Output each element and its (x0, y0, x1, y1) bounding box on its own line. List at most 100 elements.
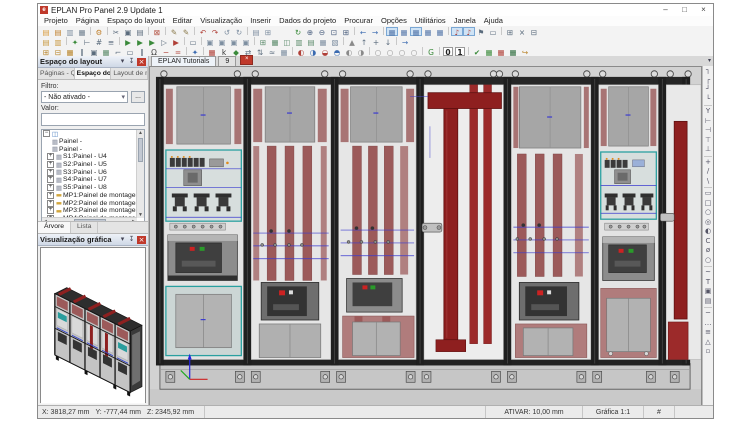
mounting-rail-icon[interactable]: ▥ (293, 37, 305, 46)
panel-close-icon[interactable]: × (137, 58, 146, 66)
ellipse-tool[interactable]: ○ (703, 256, 713, 266)
circle-tool[interactable]: ○ (703, 208, 713, 218)
menu-espa-o-do-layout[interactable]: Espaço do layout (103, 16, 169, 26)
busbar-bend-5-icon[interactable]: ◐ (343, 47, 355, 56)
open-project-icon[interactable]: ▤ (52, 27, 64, 36)
menu-visualiza-o[interactable]: Visualização (196, 16, 246, 26)
text-tool[interactable]: T (703, 278, 713, 288)
clipboard-1-icon[interactable]: ▣ (204, 37, 216, 46)
menu-ajuda[interactable]: Ajuda (480, 16, 507, 26)
next-view-icon[interactable]: → (369, 27, 381, 36)
tree-item[interactable]: +▦S3:Painel - U6 (42, 168, 137, 176)
play-outline-icon[interactable]: ▷ (158, 37, 170, 46)
grid-icon[interactable]: # (93, 37, 105, 46)
branch-left-tool[interactable]: ⊣ (703, 126, 713, 136)
arrow-down-icon[interactable]: ↓ (382, 37, 394, 46)
undo-icon[interactable]: ↶ (197, 27, 209, 36)
copy-icon[interactable]: ▣ (122, 27, 134, 36)
undo-list-icon[interactable]: ↺ (221, 27, 233, 36)
square-tool[interactable]: □ (703, 199, 713, 209)
maximize-button[interactable]: □ (675, 4, 694, 16)
format-brush-2-icon[interactable]: ✎ (180, 27, 192, 36)
snap-setting[interactable]: ATIVAR: 10,00 mm (486, 406, 583, 418)
arc-tool[interactable]: ◐ (703, 227, 713, 237)
document-tab-0[interactable]: EPLAN Tutorials (151, 56, 216, 66)
corner-nw-tool[interactable]: ┌ (703, 76, 713, 86)
device-icon[interactable]: ▦ (317, 37, 329, 46)
diagonal-line-tool[interactable]: / (703, 167, 713, 177)
menu-projeto[interactable]: Projeto (40, 16, 72, 26)
arrow-up-icon[interactable]: ↑ (358, 37, 370, 46)
measure-chain-tool[interactable]: … (703, 319, 713, 329)
status-red-icon[interactable]: ▦ (495, 47, 507, 56)
play-3-icon[interactable]: ▶ (146, 37, 158, 46)
image-tool[interactable]: ▣ (703, 287, 713, 297)
expand-expander-icon[interactable]: + (47, 161, 54, 168)
cut-icon[interactable]: ✂ (110, 27, 122, 36)
insert-window-icon[interactable]: ⊞ (504, 27, 516, 36)
tree-item[interactable]: −◫ (42, 130, 137, 138)
interruption-target-icon[interactable]: ♪ (463, 27, 475, 36)
clipboard-2-icon[interactable]: ▣ (216, 37, 228, 46)
rectangle-tool[interactable]: ▭ (703, 189, 713, 199)
zoom-window-icon[interactable]: ⊡ (328, 27, 340, 36)
settings-wrench-icon[interactable]: ⚙ (93, 27, 105, 36)
workspace-1-icon[interactable]: ▦ (386, 27, 398, 36)
tree-item[interactable]: +▦S4:Painel - U7 (42, 176, 137, 184)
table-2-icon[interactable]: ⊟ (52, 47, 64, 56)
center-icon[interactable]: + (370, 37, 382, 46)
menu-dados-do-projeto[interactable]: Dados do projeto (275, 16, 340, 26)
close-window-icon[interactable]: × (516, 27, 528, 36)
resistor-icon[interactable]: Ω (148, 47, 160, 56)
pin-icon[interactable]: ↧ (127, 235, 136, 244)
3d-preview-viewport[interactable] (40, 247, 146, 403)
bottom-tab-lista[interactable]: Lista (71, 222, 98, 233)
layout-space-canvas[interactable] (149, 66, 702, 406)
swap-vertical-icon[interactable]: ⇅ (254, 47, 266, 56)
new-project-icon[interactable]: ▤ (40, 27, 52, 36)
zoom-out-icon[interactable]: ⊖ (316, 27, 328, 36)
expand-expander-icon[interactable]: + (47, 153, 54, 160)
redo-icon[interactable]: ↷ (209, 27, 221, 36)
delete-icon[interactable]: ⊠ (151, 27, 163, 36)
status-green-icon[interactable]: ▦ (483, 47, 495, 56)
check-icon[interactable]: ✔ (471, 47, 483, 56)
tab-close-icon[interactable]: × (240, 55, 253, 65)
expand-expander-icon[interactable]: + (47, 207, 54, 214)
zoom-in-icon[interactable]: ⊕ (304, 27, 316, 36)
connection-icon[interactable]: ✦ (189, 47, 201, 56)
cross-tool[interactable]: + (703, 158, 713, 168)
device-2-icon[interactable]: ▧ (329, 37, 341, 46)
page-properties-icon[interactable]: ▤ (250, 27, 262, 36)
bottom-tab-árvore[interactable]: Árvore (38, 222, 71, 233)
export-icon[interactable]: ↪ (519, 47, 531, 56)
diagonal-line-2-tool[interactable]: \ (703, 177, 713, 187)
chevron-down-icon[interactable]: ▾ (118, 235, 127, 244)
value-input[interactable] (41, 113, 145, 126)
layout-space-open-icon[interactable]: ▥ (52, 37, 64, 46)
menu-janela[interactable]: Janela (450, 16, 480, 26)
tree-item[interactable]: +▬MP2:Painel de montagem - U199 (42, 199, 137, 207)
tree-item[interactable]: +▦S5:Painel - U8 (42, 184, 137, 192)
busbar-bend-2-icon[interactable]: ◑ (307, 47, 319, 56)
drill-hole-1-icon[interactable]: ○ (372, 47, 384, 56)
k-factor-icon[interactable]: k (218, 47, 230, 56)
tree-vertical-scrollbar[interactable]: ▲▼ (136, 130, 144, 218)
measure-stack-tool[interactable]: ≡ (703, 328, 713, 338)
panel-tab-2[interactable]: Layout de mo... (111, 68, 148, 79)
3d-view-icon[interactable]: ✦ (69, 37, 81, 46)
tree-item[interactable]: ▦Painel - (42, 145, 137, 153)
branch-down-tool[interactable]: ⊤ (703, 136, 713, 146)
expand-expander-icon[interactable]: + (47, 169, 54, 176)
corner-icon[interactable]: ⌐ (112, 47, 124, 56)
format-brush-icon[interactable]: ✎ (168, 27, 180, 36)
menu-inserir[interactable]: Inserir (246, 16, 275, 26)
expand-expander-icon[interactable]: + (47, 176, 54, 183)
status-green-2-icon[interactable]: ▦ (507, 47, 519, 56)
box-icon[interactable]: ▭ (487, 27, 499, 36)
g-function-icon[interactable]: G (425, 47, 437, 56)
spline-tool[interactable]: ~ (703, 268, 713, 278)
chevron-down-icon[interactable]: ▾ (118, 57, 127, 66)
window-list-icon[interactable]: ⊟ (528, 27, 540, 36)
play-red-icon[interactable]: ▶ (170, 37, 182, 46)
